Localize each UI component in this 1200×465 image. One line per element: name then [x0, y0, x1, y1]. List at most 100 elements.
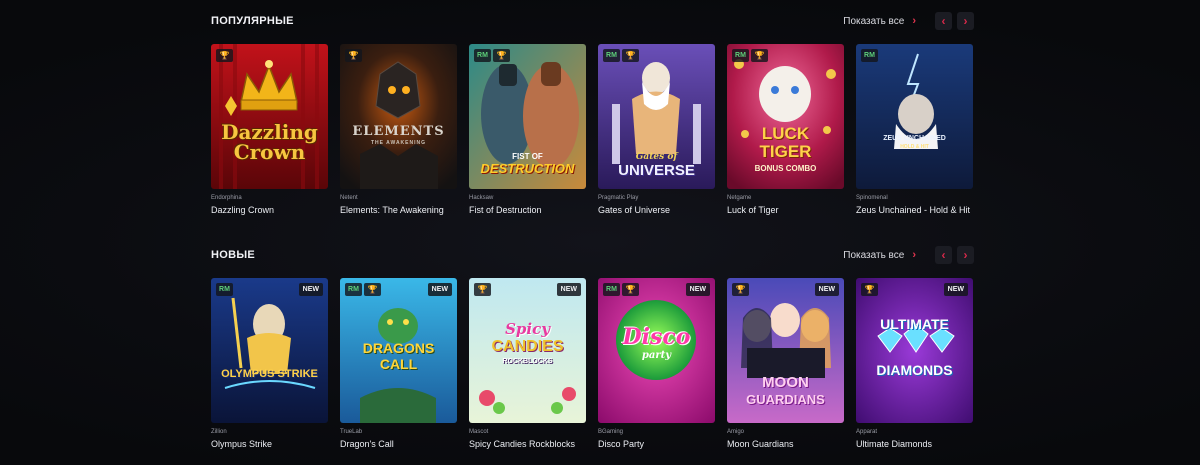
game-name[interactable]: Disco Party	[598, 439, 715, 449]
carousel-prev-button[interactable]: ‹	[935, 246, 952, 264]
game-card[interactable]: Spicy CANDIES ROCKBLOCKS 🏆 NEW Mascot Sp…	[469, 278, 586, 449]
game-name[interactable]: Spicy Candies Rockblocks	[469, 439, 586, 449]
game-name[interactable]: Gates of Universe	[598, 205, 715, 215]
game-art-title: Gates of	[635, 152, 678, 162]
game-thumbnail[interactable]: FIST OF DESTRUCTION RM 🏆	[469, 44, 586, 189]
game-name[interactable]: Elements: The Awakening	[340, 205, 457, 215]
rm-badge: RM	[603, 283, 620, 296]
new-badge: NEW	[943, 283, 968, 296]
game-name[interactable]: Ultimate Diamonds	[856, 439, 973, 449]
game-art-subtitle: CALL	[379, 356, 418, 372]
carousel-next-button[interactable]: ›	[957, 246, 974, 264]
show-all-link[interactable]: Показать все ›	[843, 249, 916, 261]
game-card[interactable]: FIST OF DESTRUCTION RM 🏆 Hacksaw Fist of…	[469, 44, 586, 215]
game-art-title: Spicy	[505, 320, 550, 338]
trophy-icon: 🏆	[622, 49, 639, 62]
trophy-icon: 🏆	[216, 49, 233, 62]
game-thumbnail[interactable]: Gates of UNIVERSE RM 🏆	[598, 44, 715, 189]
game-badges: RM	[216, 283, 233, 296]
game-badges: RM 🏆	[474, 49, 510, 62]
rm-badge: RM	[732, 49, 749, 62]
rm-badge: RM	[345, 283, 362, 296]
game-provider: Netgame	[727, 195, 752, 201]
games-row: OLYMPUS STRIKE RM NEW Zillion Olympus St…	[211, 278, 974, 458]
game-thumbnail[interactable]: OLYMPUS STRIKE RM NEW	[211, 278, 328, 423]
new-badge: NEW	[427, 283, 452, 296]
game-card[interactable]: Gates of UNIVERSE RM 🏆 Pragmatic Play Ga…	[598, 44, 715, 215]
game-art-title: FIST OF	[512, 152, 543, 161]
game-card[interactable]: MOON GUARDIANS 🏆 NEW Amigo Moon Guardian…	[727, 278, 844, 449]
game-art-title: MOON	[762, 374, 809, 391]
popular-section: ПОПУЛЯРНЫЕ Показать все › ‹ › Dazzling C…	[211, 11, 974, 215]
game-card[interactable]: ELEMENTS THE AWAKENING 🏆 Netent Elements…	[340, 44, 457, 215]
trophy-icon: 🏆	[751, 49, 768, 62]
trophy-icon: 🏆	[474, 283, 491, 296]
game-card[interactable]: Dazzling Crown 🏆 Endorphina Dazzling Crow…	[211, 44, 328, 215]
game-art-title: Dazzling Crown	[221, 120, 318, 164]
game-card[interactable]: LUCK TIGER BONUS COMBO RM 🏆 Netgame Luck…	[727, 44, 844, 215]
game-art-title: LUCK	[761, 124, 810, 143]
game-thumbnail[interactable]: ELEMENTS THE AWAKENING 🏆	[340, 44, 457, 189]
game-art-subtitle: UNIVERSE	[618, 162, 695, 179]
trophy-icon: 🏆	[345, 49, 362, 62]
game-badges: 🏆	[474, 283, 491, 296]
game-badges: 🏆	[345, 49, 362, 62]
game-thumbnail[interactable]: DRAGONS CALL RM 🏆 NEW	[340, 278, 457, 423]
game-art-title: Disco	[622, 324, 691, 350]
trophy-icon: 🏆	[364, 283, 381, 296]
game-provider: TrueLab	[340, 429, 363, 435]
game-thumbnail[interactable]: Dazzling Crown 🏆	[211, 44, 328, 189]
game-badges: RM 🏆	[603, 49, 639, 62]
game-name[interactable]: Zeus Unchained - Hold & Hit	[856, 205, 973, 215]
game-name[interactable]: Moon Guardians	[727, 439, 844, 449]
game-art-tagline: BONUS COMBO	[754, 164, 817, 173]
chevron-right-icon: ›	[912, 15, 916, 27]
game-art-title: ULTIMATE	[880, 316, 949, 332]
game-provider: Netent	[340, 195, 358, 201]
trophy-icon: 🏆	[493, 49, 510, 62]
game-art-subtitle: GUARDIANS	[746, 392, 825, 407]
game-card[interactable]: OLYMPUS STRIKE RM NEW Zillion Olympus St…	[211, 278, 328, 449]
carousel-next-button[interactable]: ›	[957, 12, 974, 30]
game-badges: RM 🏆	[732, 49, 768, 62]
game-name[interactable]: Fist of Destruction	[469, 205, 586, 215]
game-art-subtitle: DESTRUCTION	[480, 161, 575, 176]
show-all-label: Показать все	[843, 15, 905, 27]
rm-badge: RM	[474, 49, 491, 62]
trophy-icon: 🏆	[732, 283, 749, 296]
game-name[interactable]: Dragon's Call	[340, 439, 457, 449]
game-badges: RM	[861, 49, 878, 62]
new-badge: NEW	[685, 283, 710, 296]
section-title: ПОПУЛЯРНЫЕ	[211, 15, 294, 27]
game-name[interactable]: Dazzling Crown	[211, 205, 328, 215]
chevron-left-icon: ‹	[941, 14, 946, 28]
section-title: НОВЫЕ	[211, 249, 256, 261]
carousel-prev-button[interactable]: ‹	[935, 12, 952, 30]
game-thumbnail[interactable]: Spicy CANDIES ROCKBLOCKS 🏆 NEW	[469, 278, 586, 423]
games-row: Dazzling Crown 🏆 Endorphina Dazzling Crow…	[211, 44, 974, 224]
game-art-title: OLYMPUS STRIKE	[221, 368, 318, 380]
game-card[interactable]: DRAGONS CALL RM 🏆 NEW TrueLab Dragon's C…	[340, 278, 457, 449]
game-name[interactable]: Olympus Strike	[211, 439, 328, 449]
game-name[interactable]: Luck of Tiger	[727, 205, 844, 215]
rm-badge: RM	[603, 49, 620, 62]
game-badges: 🏆	[861, 283, 878, 296]
new-badge: NEW	[298, 283, 323, 296]
game-art-subtitle: HOLD & HIT	[900, 144, 929, 150]
trophy-icon: 🏆	[622, 283, 639, 296]
game-thumbnail[interactable]: MOON GUARDIANS 🏆 NEW	[727, 278, 844, 423]
game-card[interactable]: ZEUS UNCHAINED HOLD & HIT RM Spinomenal …	[856, 44, 973, 215]
game-thumbnail[interactable]: LUCK TIGER BONUS COMBO RM 🏆	[727, 44, 844, 189]
chevron-right-icon: ›	[963, 14, 968, 28]
game-card[interactable]: ULTIMATE DIAMONDS 🏆 NEW Apparat Ultimate…	[856, 278, 973, 449]
game-card[interactable]: Disco party RM 🏆 NEW BGaming Disco Party	[598, 278, 715, 449]
game-thumbnail[interactable]: ULTIMATE DIAMONDS 🏆 NEW	[856, 278, 973, 423]
game-badges: 🏆	[216, 49, 233, 62]
game-provider: Hacksaw	[469, 195, 494, 201]
game-thumbnail[interactable]: ZEUS UNCHAINED HOLD & HIT RM	[856, 44, 973, 189]
game-badges: RM 🏆	[345, 283, 381, 296]
game-art-title: DRAGONS	[362, 340, 435, 356]
show-all-link[interactable]: Показать все ›	[843, 15, 916, 27]
game-art-subtitle: THE AWAKENING	[370, 140, 427, 146]
game-thumbnail[interactable]: Disco party RM 🏆 NEW	[598, 278, 715, 423]
